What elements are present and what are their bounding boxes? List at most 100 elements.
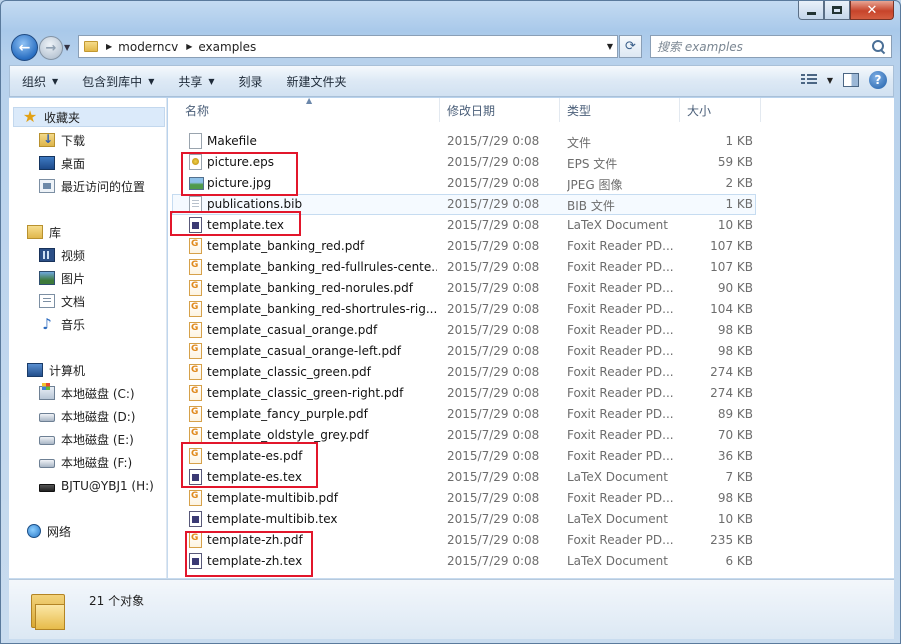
share-button[interactable]: 共享 ▼ [166,66,226,96]
annotation-box [185,531,313,577]
sidebar-item-drive-d[interactable]: 本地磁盘 (D:) [39,406,135,426]
minimize-icon [806,11,816,15]
file-size: 274 KB [710,386,753,400]
table-row[interactable]: template_banking_red-fullrules-cente... 2… [168,257,894,278]
table-row[interactable]: template_classic_green-right.pdf 2015/7/2… [168,383,894,404]
sidebar-item-documents[interactable]: 文档 [39,291,85,311]
sidebar-item-label: 桌面 [61,156,86,171]
pdf-file-icon [189,406,202,422]
details-pane: 21 个对象 [9,579,894,639]
caption-buttons: ✕ [798,1,894,20]
file-type: LaTeX Document [567,218,668,232]
file-type: Foxit Reader PD... [567,428,674,442]
sidebar-item-downloads[interactable]: 下载 [39,130,85,150]
sidebar-item-libraries[interactable]: 库 [27,222,61,242]
file-size: 7 KB [725,470,753,484]
file-date: 2015/7/29 0:08 [447,344,540,358]
include-in-library-button[interactable]: 包含到库中 ▼ [70,66,166,96]
address-bar[interactable]: ▶ moderncv ▶ examples ▼ [78,35,618,58]
pictures-icon [39,271,55,285]
column-header-type[interactable]: 类型 [560,98,680,122]
sidebar-item-desktop[interactable]: 桌面 [39,153,85,173]
sidebar-item-drive-f[interactable]: 本地磁盘 (F:) [39,452,132,472]
column-header-size[interactable]: 大小 [680,98,761,122]
sidebar-item-music[interactable]: ♪ 音乐 [39,314,85,334]
refresh-button[interactable]: ⟳ [619,35,642,58]
table-row[interactable]: template_casual_orange.pdf 2015/7/29 0:08… [168,320,894,341]
table-row[interactable]: template_casual_orange-left.pdf 2015/7/29… [168,341,894,362]
maximize-button[interactable] [824,1,850,20]
table-row[interactable]: template-multibib.tex 2015/7/29 0:08 LaTeX… [168,509,894,530]
back-button[interactable]: ← [11,34,38,61]
search-box[interactable]: 搜索 examples [650,35,892,58]
file-name: template_banking_red-fullrules-cente... [207,260,437,274]
file-type: LaTeX Document [567,554,668,568]
sidebar-item-computer[interactable]: 计算机 [27,360,85,380]
forward-button[interactable]: → [39,36,63,60]
file-date: 2015/7/29 0:08 [447,386,540,400]
breadcrumb-item-moderncv[interactable]: moderncv [118,40,178,54]
new-folder-button[interactable]: 新建文件夹 [275,66,359,96]
sidebar-item-drive-h[interactable]: BJTU@YBJ1 (H:) [39,476,154,496]
file-date: 2015/7/29 0:08 [447,218,540,232]
desktop-icon [39,156,55,170]
new-folder-label: 新建文件夹 [286,74,347,89]
breadcrumb-separator-icon[interactable]: ▶ [106,42,112,51]
sidebar-item-label: 本地磁盘 (F:) [61,455,133,470]
sidebar-item-videos[interactable]: 视频 [39,245,85,265]
table-row[interactable]: template_banking_red-shortrules-rig... 20… [168,299,894,320]
close-button[interactable]: ✕ [850,1,894,20]
command-bar: 组织 ▼ 包含到库中 ▼ 共享 ▼ 刻录 新建文件夹 ▼ ? [9,65,894,97]
file-date: 2015/7/29 0:08 [447,197,540,211]
file-date: 2015/7/29 0:08 [447,428,540,442]
burn-button[interactable]: 刻录 [227,66,275,96]
file-date: 2015/7/29 0:08 [447,554,540,568]
recent-pages-dropdown[interactable]: ▼ [64,43,74,53]
file-type: JPEG 图像 [567,178,623,192]
toolbar-right: ▼ ? [800,71,887,89]
column-header-label: 类型 [567,103,592,118]
sidebar-item-label: 音乐 [61,317,86,332]
search-icon[interactable] [871,39,887,55]
arrow-right-icon: → [45,40,57,56]
column-header-name[interactable]: ▲ 名称 [168,98,440,122]
library-icon [27,225,43,239]
file-size: 104 KB [710,302,753,316]
sidebar-item-drive-e[interactable]: 本地磁盘 (E:) [39,429,134,449]
breadcrumb-item-examples[interactable]: examples [198,40,256,54]
file-type: Foxit Reader PD... [567,386,674,400]
address-dropdown-icon[interactable]: ▼ [607,42,613,51]
sidebar-item-drive-c[interactable]: 本地磁盘 (C:) [39,383,135,403]
blank-file-icon [189,133,202,149]
search-input[interactable]: 搜索 examples [657,38,871,55]
sidebar-item-favorites[interactable]: ★ 收藏夹 [13,107,165,127]
table-row[interactable]: template_fancy_purple.pdf 2015/7/29 0:08 F… [168,404,894,425]
view-dropdown-icon[interactable]: ▼ [827,76,833,85]
table-row[interactable]: template-multibib.pdf 2015/7/29 0:08 Foxit… [168,488,894,509]
file-name: template_banking_red.pdf [207,239,365,253]
file-date: 2015/7/29 0:08 [447,134,540,148]
table-row[interactable]: Makefile 2015/7/29 0:08 文件 1 KB [168,131,894,152]
minimize-button[interactable] [798,1,824,20]
file-type: 文件 [567,136,592,150]
preview-pane-icon[interactable] [843,73,859,87]
sidebar-item-pictures[interactable]: 图片 [39,268,85,288]
file-date: 2015/7/29 0:08 [447,407,540,421]
column-header-date[interactable]: 修改日期 [440,98,560,122]
table-row[interactable]: template_banking_red-norules.pdf 2015/7/2… [168,278,894,299]
organize-button[interactable]: 组织 ▼ [10,66,70,96]
sidebar-item-label: 计算机 [49,363,86,378]
view-options-icon[interactable] [800,74,817,86]
file-type: Foxit Reader PD... [567,281,674,295]
sidebar-item-label: 网络 [47,524,72,539]
breadcrumb-separator-icon[interactable]: ▶ [186,42,192,51]
sidebar-item-recent[interactable]: 最近访问的位置 [39,176,145,196]
table-row[interactable]: template_classic_green.pdf 2015/7/29 0:08… [168,362,894,383]
sidebar-item-label: 最近访问的位置 [61,179,146,194]
sidebar-item-network[interactable]: 网络 [27,521,71,541]
pdf-file-icon [189,385,202,401]
table-row[interactable]: template_banking_red.pdf 2015/7/29 0:08 Fo… [168,236,894,257]
help-icon[interactable]: ? [869,71,887,89]
network-icon [27,524,41,538]
pdf-file-icon [189,322,202,338]
